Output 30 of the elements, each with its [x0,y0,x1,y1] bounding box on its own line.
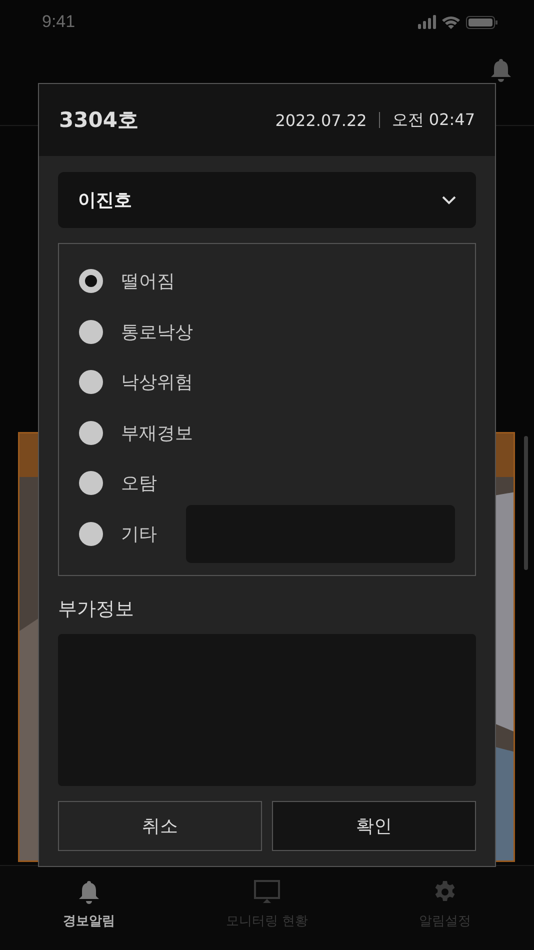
wifi-icon [442,15,460,29]
radio-button[interactable] [79,420,103,445]
bell-icon[interactable] [490,58,512,82]
radio-option[interactable]: 통로낙상 [79,320,193,344]
patient-dropdown[interactable]: 이진호 [58,172,476,228]
radio-button[interactable] [79,269,103,294]
extra-info-label: 부가정보 [58,597,135,622]
radio-option[interactable]: 낙상위험 [79,370,193,394]
monitor-icon [254,880,280,904]
radio-option[interactable]: 기타 [79,522,157,546]
gear-icon [433,880,457,904]
radio-button[interactable] [79,471,103,496]
scroll-bar[interactable] [524,436,528,570]
radio-button[interactable] [79,522,103,546]
cancel-button[interactable]: 취소 [58,801,262,851]
room-number: 3304호 [59,107,138,134]
status-time: 9:41 [42,12,76,32]
signal-icon [418,15,436,29]
radio-option[interactable]: 부재경보 [79,420,193,445]
battery-icon [466,16,498,28]
alarm-time: 오전 02:47 [392,110,475,130]
radio-button[interactable] [79,370,103,394]
confirm-button[interactable]: 확인 [272,801,476,851]
chevron-down-icon [442,196,456,204]
radio-button[interactable] [79,320,103,344]
radio-option[interactable]: 떨어짐 [79,269,175,294]
alarm-date: 2022.07.22 [275,110,367,130]
tab-bar-item[interactable]: 경보알림 [0,866,178,950]
radio-option[interactable]: 오탐 [79,471,157,496]
bell-icon [78,880,100,904]
